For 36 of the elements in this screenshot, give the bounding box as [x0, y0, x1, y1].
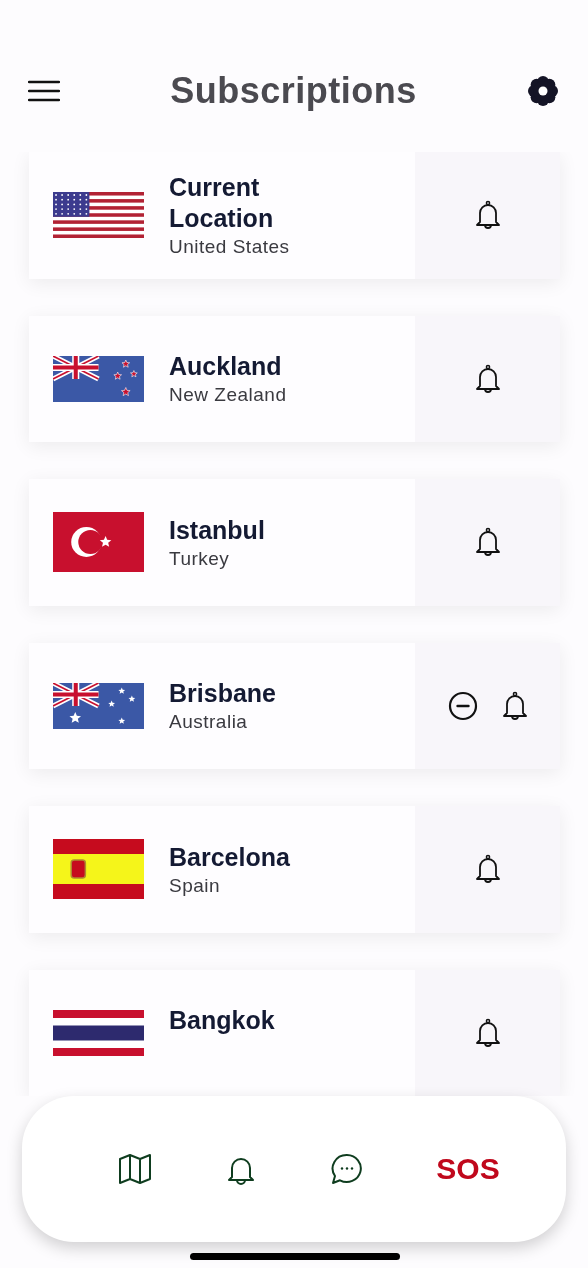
city-name: Brisbane — [169, 678, 277, 710]
flag-icon — [53, 1009, 144, 1056]
map-icon[interactable] — [118, 1153, 153, 1185]
menu-icon[interactable] — [28, 80, 60, 102]
subscription-card[interactable]: Current Location United States — [29, 152, 560, 279]
subscription-card[interactable]: Istanbul Turkey — [29, 479, 560, 606]
country-name: United States — [169, 236, 291, 259]
flag-icon — [53, 512, 144, 573]
city-name: Istanbul — [169, 514, 266, 546]
bell-icon[interactable] — [474, 527, 501, 558]
city-name: Current Location — [169, 172, 275, 235]
subscription-card[interactable]: Bangkok — [29, 969, 560, 1096]
flag-icon — [53, 355, 144, 402]
subscription-card[interactable]: Auckland New Zealand — [29, 315, 560, 442]
subscription-card[interactable]: Brisbane Australia — [29, 642, 560, 769]
bell-icon[interactable] — [474, 200, 501, 231]
country-name: Turkey — [169, 547, 231, 570]
sos-button[interactable]: SOS — [436, 1152, 500, 1186]
country-name: Australia — [169, 711, 249, 734]
country-name: Spain — [169, 874, 222, 897]
city-name: Bangkok — [169, 1005, 276, 1037]
bell-icon[interactable] — [474, 1017, 501, 1048]
settings-icon[interactable] — [527, 75, 559, 107]
flag-icon — [53, 192, 144, 239]
bell-icon[interactable] — [501, 690, 528, 721]
country-name: New Zealand — [169, 384, 288, 407]
page-title: Subscriptions — [170, 70, 417, 112]
city-name: Barcelona — [169, 841, 291, 873]
city-name: Auckland — [169, 351, 283, 383]
subscription-card[interactable]: Barcelona Spain — [29, 806, 560, 933]
chat-icon[interactable] — [329, 1153, 364, 1185]
bell-icon[interactable] — [474, 363, 501, 394]
bell-icon[interactable] — [474, 854, 501, 885]
remove-icon[interactable] — [447, 690, 478, 721]
flag-icon — [53, 839, 144, 900]
flag-icon — [53, 682, 144, 729]
